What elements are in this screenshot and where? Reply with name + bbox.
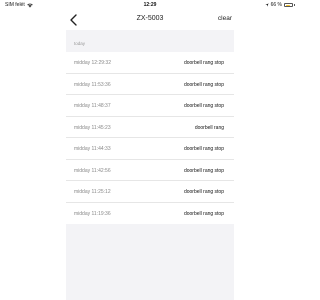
event-time: midday 11:53:36 xyxy=(74,81,111,88)
event-time: midday 12:29:32 xyxy=(74,60,111,66)
list-item[interactable]: midday 11:25:12 doorbell rang stop xyxy=(66,181,234,203)
battery-icon xyxy=(284,3,293,7)
event-description: doorbell rang stop xyxy=(183,81,224,88)
event-description: doorbell rang stop xyxy=(183,189,224,195)
nav-bar: ZX-5003 clear xyxy=(0,11,300,29)
event-description: doorbell rang stop xyxy=(183,103,224,109)
event-time: midday 11:25:12 xyxy=(74,189,111,195)
status-right: 66 % xyxy=(264,2,295,8)
location-icon xyxy=(264,3,269,7)
clear-button[interactable]: clear xyxy=(218,15,232,22)
event-time: midday 11:19:36 xyxy=(74,210,111,217)
event-time: midday 11:44:33 xyxy=(74,146,111,152)
event-time: midday 11:48:37 xyxy=(74,103,111,109)
event-description: doorbell rang stop xyxy=(183,167,224,174)
list-item[interactable]: midday 11:19:36 doorbell rang stop xyxy=(66,203,234,225)
status-time: 12:29 xyxy=(143,2,157,8)
battery-percent: 66 % xyxy=(270,2,282,8)
section-label-today: today xyxy=(74,41,86,46)
list-item[interactable]: midday 11:48:37 doorbell rang stop xyxy=(66,95,234,117)
status-bar: SIM felét 12:29 66 % xyxy=(0,0,300,11)
page-title: ZX-5003 xyxy=(136,15,164,22)
list-item[interactable]: midday 11:53:36 doorbell rang stop xyxy=(66,74,234,95)
event-time: midday 11:45:23 xyxy=(74,124,111,131)
event-description: doorbell rang stop xyxy=(183,60,224,66)
event-time: midday 11:42:56 xyxy=(74,167,111,174)
list-item[interactable]: midday 12:29:32 doorbell rang stop xyxy=(66,52,234,74)
list-item[interactable]: midday 11:45:23 doorbell rang xyxy=(66,117,234,138)
list-item[interactable]: midday 11:42:56 doorbell rang stop xyxy=(66,160,234,181)
event-description: doorbell rang stop xyxy=(183,210,224,217)
event-log-panel: today midday 12:29:32 doorbell rang stop m… xyxy=(66,30,234,300)
list-item[interactable]: midday 11:44:33 doorbell rang stop xyxy=(66,138,234,160)
event-description: doorbell rang stop xyxy=(183,146,224,152)
event-description: doorbell rang xyxy=(194,124,224,131)
battery-level xyxy=(285,4,291,6)
event-list: midday 12:29:32 doorbell rang stop midday … xyxy=(66,52,234,224)
battery-tip xyxy=(294,4,295,6)
